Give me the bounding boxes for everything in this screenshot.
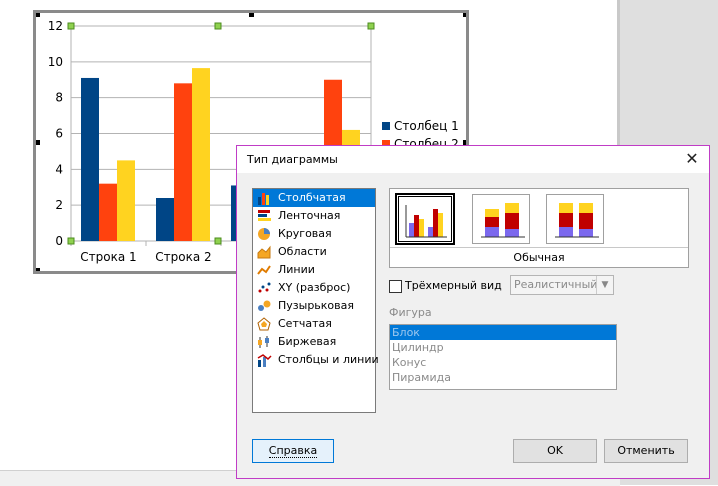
cancel-button[interactable]: Отменить	[604, 439, 688, 463]
chart-type-item[interactable]: XY (разброс)	[253, 279, 375, 297]
frame-handle	[463, 13, 466, 17]
y-tick-label: 8	[55, 91, 63, 105]
line-chart-icon	[257, 265, 271, 275]
close-icon[interactable]: ✕	[681, 149, 703, 169]
variant-percent-stacked[interactable]	[546, 194, 604, 244]
selection-handle	[367, 22, 375, 30]
x-tick-label: Строка 1	[80, 250, 136, 264]
chart-type-item[interactable]: Столбчатая	[253, 189, 375, 207]
chart-type-item[interactable]: Биржевая	[253, 333, 375, 351]
three-d-label: Трёхмерный вид	[405, 279, 502, 292]
selection-handle	[214, 237, 222, 245]
bar-2-1	[99, 183, 117, 241]
y-tick-label: 10	[48, 55, 63, 69]
frame-handle	[36, 140, 40, 145]
chart-type-label: Сетчатая	[278, 317, 332, 330]
chart-type-label: Биржевая	[278, 335, 337, 348]
area-chart-icon	[257, 245, 271, 259]
chart-type-label: Пузырьковая	[278, 299, 354, 312]
frame-handle	[36, 268, 40, 271]
chart-type-dialog: Тип диаграммы ✕ Столбчатая Ленточная Круго…	[236, 145, 710, 479]
three-d-style-value: Реалистичный	[514, 278, 598, 291]
column-chart-icon	[258, 193, 269, 205]
bar-3-1	[117, 160, 135, 241]
shape-item[interactable]: Пирамида	[390, 370, 616, 385]
chart-type-item[interactable]: Круговая	[253, 225, 375, 243]
shape-label: Фигура	[389, 306, 432, 319]
pie-chart-icon	[258, 228, 270, 240]
chart-type-item[interactable]: Столбцы и линии	[253, 351, 379, 369]
x-tick-label: Строка 2	[155, 250, 211, 264]
chart-type-item[interactable]: Области	[253, 243, 375, 261]
normal-variant-icon	[405, 205, 447, 238]
y-tick-label: 6	[55, 127, 63, 141]
chart-type-item[interactable]: Сетчатая	[253, 315, 375, 333]
chart-type-item[interactable]: Ленточная	[253, 207, 375, 225]
legend-label: Столбец 1	[394, 119, 459, 133]
bar-2-2	[174, 83, 192, 241]
chart-type-label: Столбчатая	[278, 191, 346, 204]
bar-1-1	[81, 77, 99, 241]
y-tick-label: 2	[55, 198, 63, 212]
selection-handle	[214, 22, 222, 30]
chart-type-label: Линии	[278, 263, 315, 276]
frame-handle	[36, 13, 40, 17]
net-chart-icon	[257, 317, 271, 331]
shape-item[interactable]: Конус	[390, 355, 616, 370]
shape-list[interactable]: Блок Цилиндр Конус Пирамида	[389, 324, 617, 390]
bar-1-2	[156, 198, 174, 241]
variant-stacked[interactable]	[472, 194, 530, 244]
legend-swatch	[382, 122, 390, 130]
ok-button[interactable]: OK	[513, 439, 597, 463]
help-button-label: Справка	[268, 444, 318, 458]
percent-stacked-variant-icon	[555, 203, 599, 238]
chart-type-list[interactable]: Столбчатая Ленточная Круговая Области Линии X…	[252, 188, 379, 413]
three-d-checkbox[interactable]	[389, 280, 402, 293]
shape-item[interactable]: Цилиндр	[390, 340, 616, 355]
chart-type-label: Круговая	[278, 227, 332, 240]
stock-chart-icon	[258, 336, 269, 348]
chart-variant-panel: Обычная	[389, 188, 689, 268]
variant-divider	[390, 247, 688, 248]
variant-normal[interactable]	[395, 193, 455, 245]
y-tick-label: 4	[55, 162, 63, 176]
chart-type-label: Области	[278, 245, 327, 258]
chart-type-label: XY (разброс)	[278, 281, 351, 294]
help-button[interactable]: Справка	[252, 439, 334, 463]
y-tick-label: 12	[48, 19, 63, 33]
frame-handle	[249, 13, 254, 17]
chart-type-item[interactable]: Пузырьковая	[253, 297, 375, 315]
selection-handle	[67, 22, 75, 30]
stacked-variant-icon	[481, 203, 525, 238]
chart-type-label: Столбцы и линии	[278, 353, 379, 366]
variant-caption: Обычная	[513, 251, 565, 264]
dialog-title: Тип диаграммы	[247, 153, 338, 166]
scatter-chart-icon	[258, 282, 271, 293]
bar-chart-icon	[258, 210, 271, 221]
chart-type-label: Ленточная	[278, 209, 341, 222]
bubble-chart-icon	[258, 300, 271, 311]
three-d-style-select[interactable]: Реалистичный ▼	[510, 275, 614, 295]
dialog-titlebar: Тип диаграммы ✕	[237, 146, 709, 173]
y-tick-label: 0	[55, 234, 63, 248]
chevron-down-icon: ▼	[596, 276, 613, 294]
chart-type-item[interactable]: Линии	[253, 261, 375, 279]
selection-handle	[67, 237, 75, 245]
shape-item[interactable]: Блок	[390, 325, 616, 340]
bar-3-2	[192, 68, 210, 241]
column-line-chart-icon	[257, 354, 272, 367]
